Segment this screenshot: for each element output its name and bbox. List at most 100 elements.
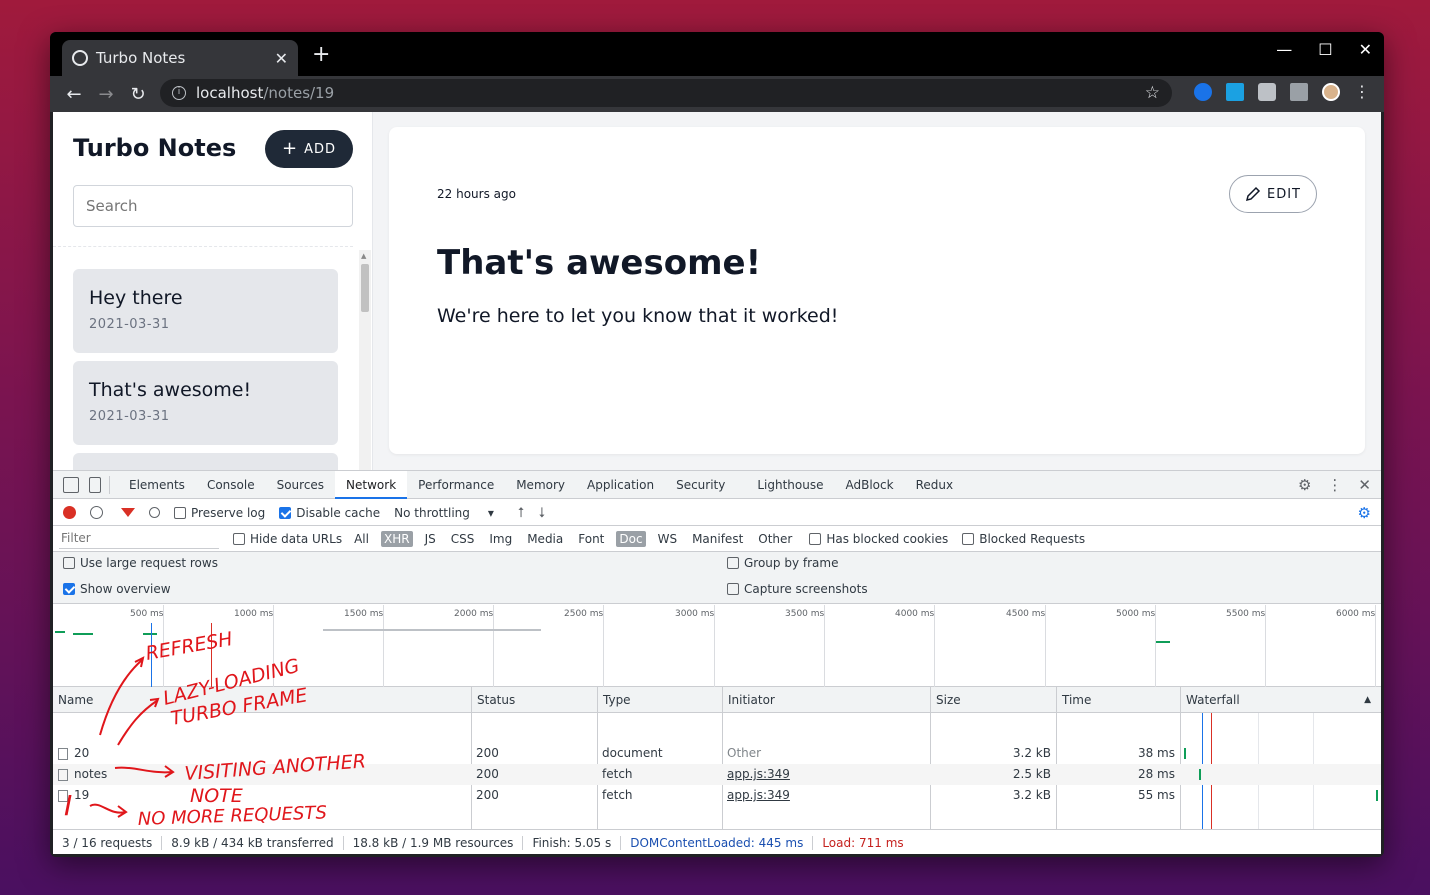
- filter-type-other[interactable]: Other: [755, 531, 795, 547]
- request-status: 200: [476, 746, 499, 760]
- note-detail-card: 22 hours ago EDIT That's awesome! We're …: [389, 127, 1365, 454]
- disable-cache-label: Disable cache: [296, 505, 381, 520]
- preserve-log-checkbox[interactable]: Preserve log: [174, 506, 265, 520]
- export-har-icon[interactable]: ⭣: [539, 505, 546, 521]
- search-input[interactable]: [73, 185, 353, 227]
- checkbox-icon: [727, 583, 739, 595]
- info-icon[interactable]: i: [172, 86, 186, 100]
- close-tab-icon[interactable]: ✕: [275, 49, 288, 68]
- back-button[interactable]: ←: [58, 84, 90, 105]
- avatar[interactable]: [1322, 82, 1340, 101]
- col-name[interactable]: Name: [53, 687, 471, 713]
- redux-extension-icon[interactable]: [1226, 82, 1244, 101]
- plus-icon: +: [281, 138, 299, 159]
- col-waterfall[interactable]: Waterfall ▲: [1180, 687, 1381, 713]
- filter-type-all[interactable]: All: [351, 531, 372, 547]
- tab-console[interactable]: Console: [196, 471, 266, 499]
- note-list-item[interactable]: Hey there 2021-03-31: [73, 269, 338, 353]
- timeline-overview[interactable]: 500 ms 1000 ms 1500 ms 2000 ms 2500 ms 3…: [53, 605, 1381, 687]
- tab-elements[interactable]: Elements: [118, 471, 196, 499]
- edit-button[interactable]: EDIT: [1229, 175, 1317, 213]
- sidebar-scrollbar[interactable]: ▲: [359, 250, 371, 472]
- filter-type-font[interactable]: Font: [575, 531, 607, 547]
- request-initiator-link[interactable]: app.js:349: [722, 785, 790, 806]
- table-row[interactable]: 19 200 fetch app.js:349 3.2 kB 55 ms: [53, 785, 1381, 806]
- group-by-frame-label: Group by frame: [744, 556, 839, 570]
- dropdown-arrow-icon: ▾: [487, 505, 494, 520]
- checkbox-icon: [962, 532, 975, 545]
- tab-sources[interactable]: Sources: [266, 471, 335, 499]
- has-blocked-cookies-checkbox[interactable]: Has blocked cookies: [809, 532, 948, 546]
- inspect-element-icon[interactable]: [63, 476, 79, 493]
- request-initiator-link[interactable]: app.js:349: [722, 764, 790, 785]
- maximize-button[interactable]: ☐: [1318, 40, 1332, 59]
- disable-cache-checkbox[interactable]: Disable cache: [279, 506, 380, 520]
- tab-redux[interactable]: Redux: [905, 471, 965, 499]
- tab-memory[interactable]: Memory: [505, 471, 576, 499]
- media-control-icon[interactable]: [1290, 82, 1308, 101]
- note-list-item[interactable]: That's awesome! 2021-03-31: [73, 361, 338, 445]
- new-tab-button[interactable]: +: [312, 42, 330, 67]
- extension-icon[interactable]: [1194, 82, 1212, 101]
- blocked-requests-checkbox[interactable]: Blocked Requests: [962, 532, 1085, 546]
- tab-adblock[interactable]: AdBlock: [835, 471, 905, 499]
- filter-type-manifest[interactable]: Manifest: [689, 531, 746, 547]
- more-options-icon[interactable]: ⋮: [1327, 476, 1342, 494]
- extensions-area: ⋮: [1194, 82, 1370, 101]
- col-size[interactable]: Size: [930, 687, 1056, 713]
- add-note-button[interactable]: + ADD: [265, 130, 353, 168]
- record-icon[interactable]: [63, 506, 76, 519]
- tab-title: Turbo Notes: [96, 49, 186, 67]
- forward-button[interactable]: →: [90, 84, 122, 105]
- network-settings-gear-icon[interactable]: ⚙: [1358, 504, 1371, 522]
- scrollbar-thumb[interactable]: [361, 264, 369, 312]
- throttling-select[interactable]: No throttling ▾: [394, 506, 494, 520]
- browser-menu-icon[interactable]: ⋮: [1354, 82, 1370, 101]
- window-controls: — ☐ ✕: [1276, 40, 1372, 59]
- use-large-rows-checkbox[interactable]: Use large request rows: [63, 556, 218, 570]
- show-overview-checkbox[interactable]: Show overview: [63, 582, 171, 596]
- clear-icon[interactable]: [90, 506, 103, 519]
- col-initiator[interactable]: Initiator: [722, 687, 930, 713]
- filter-type-doc[interactable]: Doc: [616, 530, 646, 547]
- tab-security[interactable]: Security: [665, 471, 736, 499]
- browser-tab[interactable]: Turbo Notes ✕: [62, 40, 298, 76]
- address-bar[interactable]: i localhost/notes/19 ☆: [160, 79, 1172, 107]
- filter-type-css[interactable]: CSS: [448, 531, 478, 547]
- import-har-icon[interactable]: ⭡: [518, 505, 525, 521]
- reload-button[interactable]: ↻: [122, 84, 154, 105]
- device-toolbar-icon[interactable]: [89, 476, 101, 493]
- bookmark-star-icon[interactable]: ☆: [1145, 83, 1160, 103]
- capture-screenshots-checkbox[interactable]: Capture screenshots: [727, 582, 868, 596]
- scroll-up-arrow-icon[interactable]: ▲: [361, 252, 366, 260]
- table-row[interactable]: notes 200 fetch app.js:349 2.5 kB 28 ms: [53, 764, 1381, 785]
- filter-type-xhr[interactable]: XHR: [380, 530, 413, 547]
- tab-application[interactable]: Application: [576, 471, 665, 499]
- group-by-frame-checkbox[interactable]: Group by frame: [727, 556, 838, 570]
- tab-lighthouse[interactable]: Lighthouse: [746, 471, 834, 499]
- filter-type-img[interactable]: Img: [486, 531, 515, 547]
- tab-performance[interactable]: Performance: [407, 471, 505, 499]
- request-time: 28 ms: [1137, 767, 1175, 781]
- page-viewport: Turbo Notes + ADD Hey there 2021-03-31 T…: [53, 112, 1381, 854]
- close-devtools-icon[interactable]: ✕: [1358, 476, 1371, 494]
- filter-input[interactable]: [59, 528, 219, 549]
- filter-funnel-icon[interactable]: [121, 508, 135, 517]
- hide-data-urls-checkbox[interactable]: Hide data URLs: [233, 532, 342, 546]
- close-window-button[interactable]: ✕: [1359, 40, 1372, 59]
- search-icon[interactable]: [149, 507, 160, 518]
- filter-type-ws[interactable]: WS: [655, 531, 680, 547]
- pencil-icon: [1245, 186, 1261, 202]
- table-row[interactable]: 20 200 document Other 3.2 kB 38 ms: [53, 743, 1381, 764]
- col-time[interactable]: Time: [1056, 687, 1180, 713]
- request-name-text: 19: [74, 788, 90, 802]
- col-type[interactable]: Type: [597, 687, 722, 713]
- settings-gear-icon[interactable]: ⚙: [1298, 476, 1311, 494]
- filter-type-media[interactable]: Media: [524, 531, 566, 547]
- puzzle-icon[interactable]: [1258, 82, 1276, 101]
- request-status: 200: [476, 767, 499, 781]
- tab-network[interactable]: Network: [335, 470, 408, 499]
- col-status[interactable]: Status: [471, 687, 597, 713]
- minimize-button[interactable]: —: [1276, 40, 1292, 59]
- filter-type-js[interactable]: JS: [422, 531, 439, 547]
